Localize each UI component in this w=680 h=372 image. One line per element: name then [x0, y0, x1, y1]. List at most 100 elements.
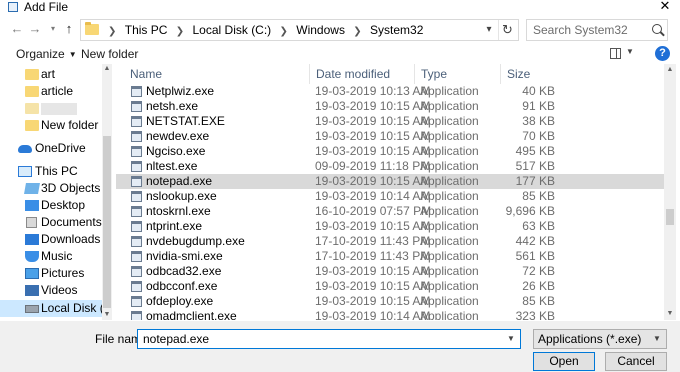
file-date-cell: 16-10-2019 07:57 PM	[315, 204, 432, 218]
column-header-date-modified[interactable]: Date modified	[309, 64, 414, 84]
sidebar-item-pictures[interactable]: Pictures	[0, 265, 102, 282]
open-button[interactable]: Open	[533, 352, 595, 371]
sidebar-item-label: Downloads	[41, 232, 101, 246]
downloads-icon	[25, 234, 39, 245]
file-name-cell: omadmclient.exe	[146, 309, 237, 320]
table-row[interactable]: ntoskrnl.exe 16-10-2019 07:57 PM Applicati…	[116, 204, 664, 219]
file-type-cell: Application	[420, 159, 479, 173]
scroll-down-icon[interactable]: ▼	[664, 308, 676, 320]
scroll-down-icon[interactable]: ▼	[102, 310, 112, 320]
new-folder-button[interactable]: New folder	[81, 46, 138, 62]
navigation-bar: ← → ▾ ↑ ❯ This PC ❯ Local Disk (C:) ❯ Wi…	[0, 18, 680, 42]
file-size-cell: 63 KB	[522, 219, 555, 233]
up-arrow-icon[interactable]: ↑	[62, 21, 76, 37]
chevron-right-icon[interactable]: ❯	[280, 22, 288, 42]
file-type-cell: Application	[420, 114, 479, 128]
file-name-input[interactable]: notepad.exe ▼	[137, 329, 521, 349]
scroll-up-icon[interactable]: ▲	[664, 64, 676, 76]
file-size-cell: 517 KB	[515, 159, 555, 173]
table-row[interactable]: notepad.exe 19-03-2019 10:15 AM Applicatio…	[116, 174, 664, 189]
back-arrow-icon[interactable]: ←	[10, 21, 24, 37]
chevron-right-icon[interactable]: ❯	[353, 22, 361, 42]
sidebar-item-onedrive[interactable]: OneDrive	[0, 140, 102, 157]
file-type-cell: Application	[420, 144, 479, 158]
redacted-label	[41, 103, 77, 115]
local-disk-icon	[25, 305, 39, 313]
file-size-cell: 72 KB	[522, 264, 555, 278]
recent-locations-chevron-icon[interactable]: ▾	[46, 21, 60, 37]
sidebar-item-documents[interactable]: Documents	[0, 214, 102, 231]
table-row[interactable]: odbcad32.exe 19-03-2019 10:15 AM Applicati…	[116, 264, 664, 279]
close-icon[interactable]: ✕	[658, 0, 672, 13]
sidebar-item-redacted[interactable]	[0, 100, 102, 117]
scrollbar-thumb[interactable]	[103, 136, 111, 308]
scrollbar-thumb[interactable]	[666, 209, 674, 225]
sidebar-item-art[interactable]: art	[0, 66, 102, 83]
sidebar-item-videos[interactable]: Videos	[0, 282, 102, 299]
column-header-name[interactable]: Name	[124, 64, 309, 84]
table-row[interactable]: ntprint.exe 19-03-2019 10:15 AM Applicatio…	[116, 219, 664, 234]
sidebar-item-desktop[interactable]: Desktop	[0, 197, 102, 214]
file-list-scrollbar[interactable]: ▲ ▼	[664, 64, 676, 320]
sidebar-item-downloads[interactable]: Downloads	[0, 231, 102, 248]
documents-icon	[26, 217, 37, 228]
sidebar-item-3d-objects[interactable]: 3D Objects	[0, 180, 102, 197]
address-bar[interactable]: ❯ This PC ❯ Local Disk (C:) ❯ Windows ❯ …	[80, 19, 519, 41]
file-type-cell: Application	[420, 294, 479, 308]
table-row[interactable]: Ngciso.exe 19-03-2019 10:15 AM Application…	[116, 144, 664, 159]
window-title: Add File	[24, 0, 69, 14]
search-input[interactable]: Search System32	[526, 19, 668, 41]
folder-icon	[25, 120, 39, 131]
breadcrumb-system32[interactable]: System32	[370, 20, 423, 40]
table-row[interactable]: newdev.exe 19-03-2019 10:15 AM Application…	[116, 129, 664, 144]
scroll-up-icon[interactable]: ▲	[102, 64, 112, 74]
table-row[interactable]: odbcconf.exe 19-03-2019 10:15 AM Applicati…	[116, 279, 664, 294]
file-size-cell: 442 KB	[515, 234, 555, 248]
videos-icon	[25, 285, 39, 296]
application-file-icon	[131, 311, 142, 320]
sidebar-item-local-disk[interactable]: Local Disk (C:)	[0, 300, 112, 317]
application-file-icon	[131, 116, 142, 127]
address-dropdown-icon[interactable]: ▾	[482, 20, 496, 40]
file-name-cell: ntprint.exe	[146, 219, 203, 233]
breadcrumb-windows[interactable]: Windows	[296, 20, 345, 40]
caret-down-icon: ▼	[626, 47, 634, 56]
breadcrumb-this-pc[interactable]: This PC	[125, 20, 168, 40]
file-list: ^ Name Date modified Type Size Netplwiz.…	[116, 64, 664, 320]
table-row[interactable]: nslookup.exe 19-03-2019 10:14 AM Applicati…	[116, 189, 664, 204]
breadcrumb-local-disk[interactable]: Local Disk (C:)	[193, 20, 272, 40]
column-header-size[interactable]: Size	[500, 64, 570, 84]
table-row[interactable]: nvidia-smi.exe 17-10-2019 11:43 PM Applica…	[116, 249, 664, 264]
file-name-cell: nvdebugdump.exe	[146, 234, 245, 248]
chevron-down-icon[interactable]: ▼	[504, 330, 518, 348]
navigation-pane-scrollbar[interactable]: ▲ ▼	[102, 64, 112, 320]
table-row[interactable]: nltest.exe 09-09-2019 11:18 PM Application…	[116, 159, 664, 174]
file-date-cell: 19-03-2019 10:15 AM	[315, 264, 431, 278]
table-row[interactable]: NETSTAT.EXE 19-03-2019 10:15 AM Applicatio…	[116, 114, 664, 129]
table-row[interactable]: netsh.exe 19-03-2019 10:15 AM Application 9…	[116, 99, 664, 114]
refresh-icon[interactable]: ↻	[498, 20, 516, 40]
navigation-pane: art article New folder OneDrive This PC …	[0, 64, 112, 320]
file-size-cell: 91 KB	[522, 99, 555, 113]
sidebar-item-this-pc[interactable]: This PC	[0, 163, 102, 180]
change-view-button[interactable]: ▼	[608, 46, 634, 62]
application-file-icon	[131, 101, 142, 112]
table-row[interactable]: ofdeploy.exe 19-03-2019 10:15 AM Applicati…	[116, 294, 664, 309]
forward-arrow-icon[interactable]: →	[28, 21, 42, 37]
table-row[interactable]: nvdebugdump.exe 17-10-2019 11:43 PM Applic…	[116, 234, 664, 249]
help-icon[interactable]: ?	[655, 46, 670, 61]
chevron-right-icon[interactable]: ❯	[176, 22, 184, 42]
sidebar-item-article[interactable]: article	[0, 83, 102, 100]
table-row[interactable]: Netplwiz.exe 19-03-2019 10:13 AM Applicati…	[116, 84, 664, 99]
file-name-cell: odbcad32.exe	[146, 264, 222, 278]
cancel-button[interactable]: Cancel	[605, 352, 667, 371]
sidebar-item-music[interactable]: Music	[0, 248, 102, 265]
sidebar-item-label: OneDrive	[35, 141, 86, 155]
table-row[interactable]: omadmclient.exe 19-03-2019 10:14 AM Applic…	[116, 309, 664, 320]
file-name-cell: odbcconf.exe	[146, 279, 218, 293]
application-file-icon	[131, 176, 142, 187]
sidebar-item-new-folder[interactable]: New folder	[0, 117, 102, 134]
column-header-type[interactable]: Type	[414, 64, 500, 84]
organize-button[interactable]: Organize ▼	[16, 46, 77, 63]
file-type-select[interactable]: Applications (*.exe) ▼	[533, 329, 667, 349]
